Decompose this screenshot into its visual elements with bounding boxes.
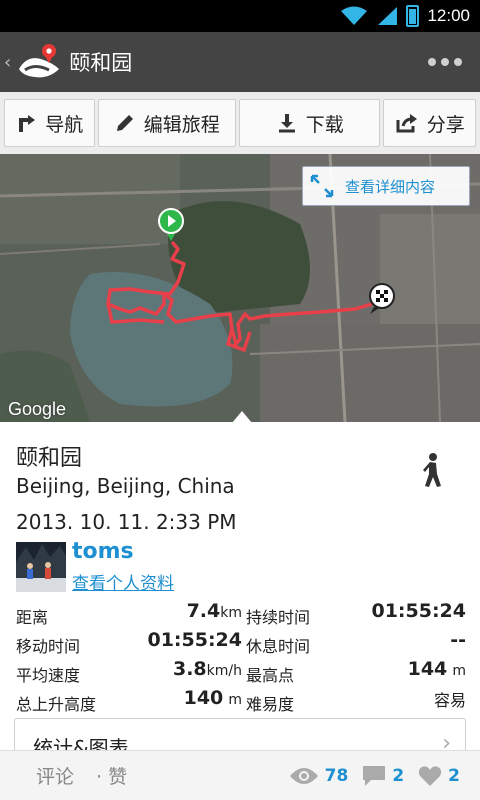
trip-date: 2013. 10. 11. 2:33 PM <box>16 510 237 534</box>
avg-speed-value: 3.8km/h <box>172 658 242 680</box>
max-elevation-label: 最高点 <box>246 666 295 685</box>
turn-arrow-icon <box>19 115 36 132</box>
distance-value: 7.4km <box>186 600 242 622</box>
moving-time-value: 01:55:24 <box>147 629 242 651</box>
view-details-button[interactable]: 查看详细内容 <box>302 166 470 206</box>
status-bar: 12:00 <box>0 0 480 32</box>
likes-count: 2 <box>418 765 460 787</box>
stat-row: 平均速度 3.8km/h 最高点 144 m <box>16 658 466 687</box>
navigate-label: 导航 <box>45 113 84 136</box>
google-logo: Google <box>8 399 67 419</box>
start-marker-icon[interactable] <box>158 208 184 242</box>
heart-icon <box>419 765 442 786</box>
views-count: 78 <box>289 766 348 786</box>
pencil-icon <box>116 115 133 131</box>
rest-time-value: -- <box>450 629 466 651</box>
map-pointer <box>232 411 252 422</box>
stat-row: 移动时间 01:55:24 休息时间 -- <box>16 629 466 658</box>
download-label: 下载 <box>305 113 344 136</box>
avg-speed-label: 平均速度 <box>16 666 81 685</box>
comment-button[interactable]: 评论 <box>36 762 74 789</box>
map-view[interactable]: 查看详细内容 Google <box>0 154 480 422</box>
share-label: 分享 <box>426 113 465 136</box>
edit-trip-button[interactable]: 编辑旅程 <box>97 99 237 147</box>
max-elevation-value: 144 m <box>407 658 466 680</box>
navigate-button[interactable]: 导航 <box>4 99 95 147</box>
action-bar: ‹ 颐和园 <box>0 32 480 92</box>
avatar[interactable] <box>16 542 66 592</box>
app-logo-icon[interactable] <box>13 39 63 85</box>
like-button[interactable]: · 赞 <box>96 762 127 789</box>
total-ascent-label: 总上升高度 <box>16 695 97 714</box>
username[interactable]: toms <box>72 539 134 564</box>
engagement-counts: 78 2 2 <box>281 765 460 787</box>
download-button[interactable]: 下载 <box>239 99 381 147</box>
rest-time-label: 休息时间 <box>246 637 311 656</box>
battery-icon <box>406 5 420 27</box>
duration-label: 持续时间 <box>246 608 311 627</box>
trip-title: 颐和园 <box>16 446 83 471</box>
view-details-label: 查看详细内容 <box>345 177 436 196</box>
stats-table: 距离 7.4km 持续时间 01:55:24 移动时间 01:55:24 休息时… <box>16 600 466 716</box>
edit-trip-label: 编辑旅程 <box>143 113 220 136</box>
stat-row: 距离 7.4km 持续时间 01:55:24 <box>16 600 466 629</box>
expand-icon <box>310 174 334 198</box>
difficulty-label: 难易度 <box>246 695 295 714</box>
trip-location: Beijing, Beijing, China <box>16 474 235 498</box>
toolbar: 导航 编辑旅程 下载 分享 <box>0 92 480 154</box>
back-chevron-icon[interactable]: ‹ <box>4 52 11 73</box>
signal-icon <box>378 7 398 25</box>
duration-value: 01:55:24 <box>371 600 466 622</box>
bottom-bar: 评论 · 赞 78 2 2 <box>0 750 480 800</box>
distance-label: 距离 <box>16 608 49 627</box>
page-title: 颐和园 <box>69 51 133 75</box>
hiker-icon <box>423 453 441 487</box>
share-icon <box>396 114 417 133</box>
download-icon <box>278 114 295 133</box>
finish-marker-icon[interactable] <box>368 282 396 316</box>
total-ascent-value: 140 m <box>183 687 242 709</box>
clock: 12:00 <box>427 6 470 25</box>
stat-row: 总上升高度 140 m 难易度 容易 <box>16 687 466 716</box>
overflow-menu-icon[interactable] <box>428 58 462 66</box>
view-profile-link[interactable]: 查看个人资料 <box>72 569 174 594</box>
eye-icon <box>289 767 318 784</box>
wifi-icon <box>341 6 368 25</box>
moving-time-label: 移动时间 <box>16 637 81 656</box>
share-button[interactable]: 分享 <box>383 99 477 147</box>
comments-count: 2 <box>362 765 404 787</box>
comment-bubble-icon <box>363 765 386 786</box>
difficulty-value: 容易 <box>433 691 466 710</box>
